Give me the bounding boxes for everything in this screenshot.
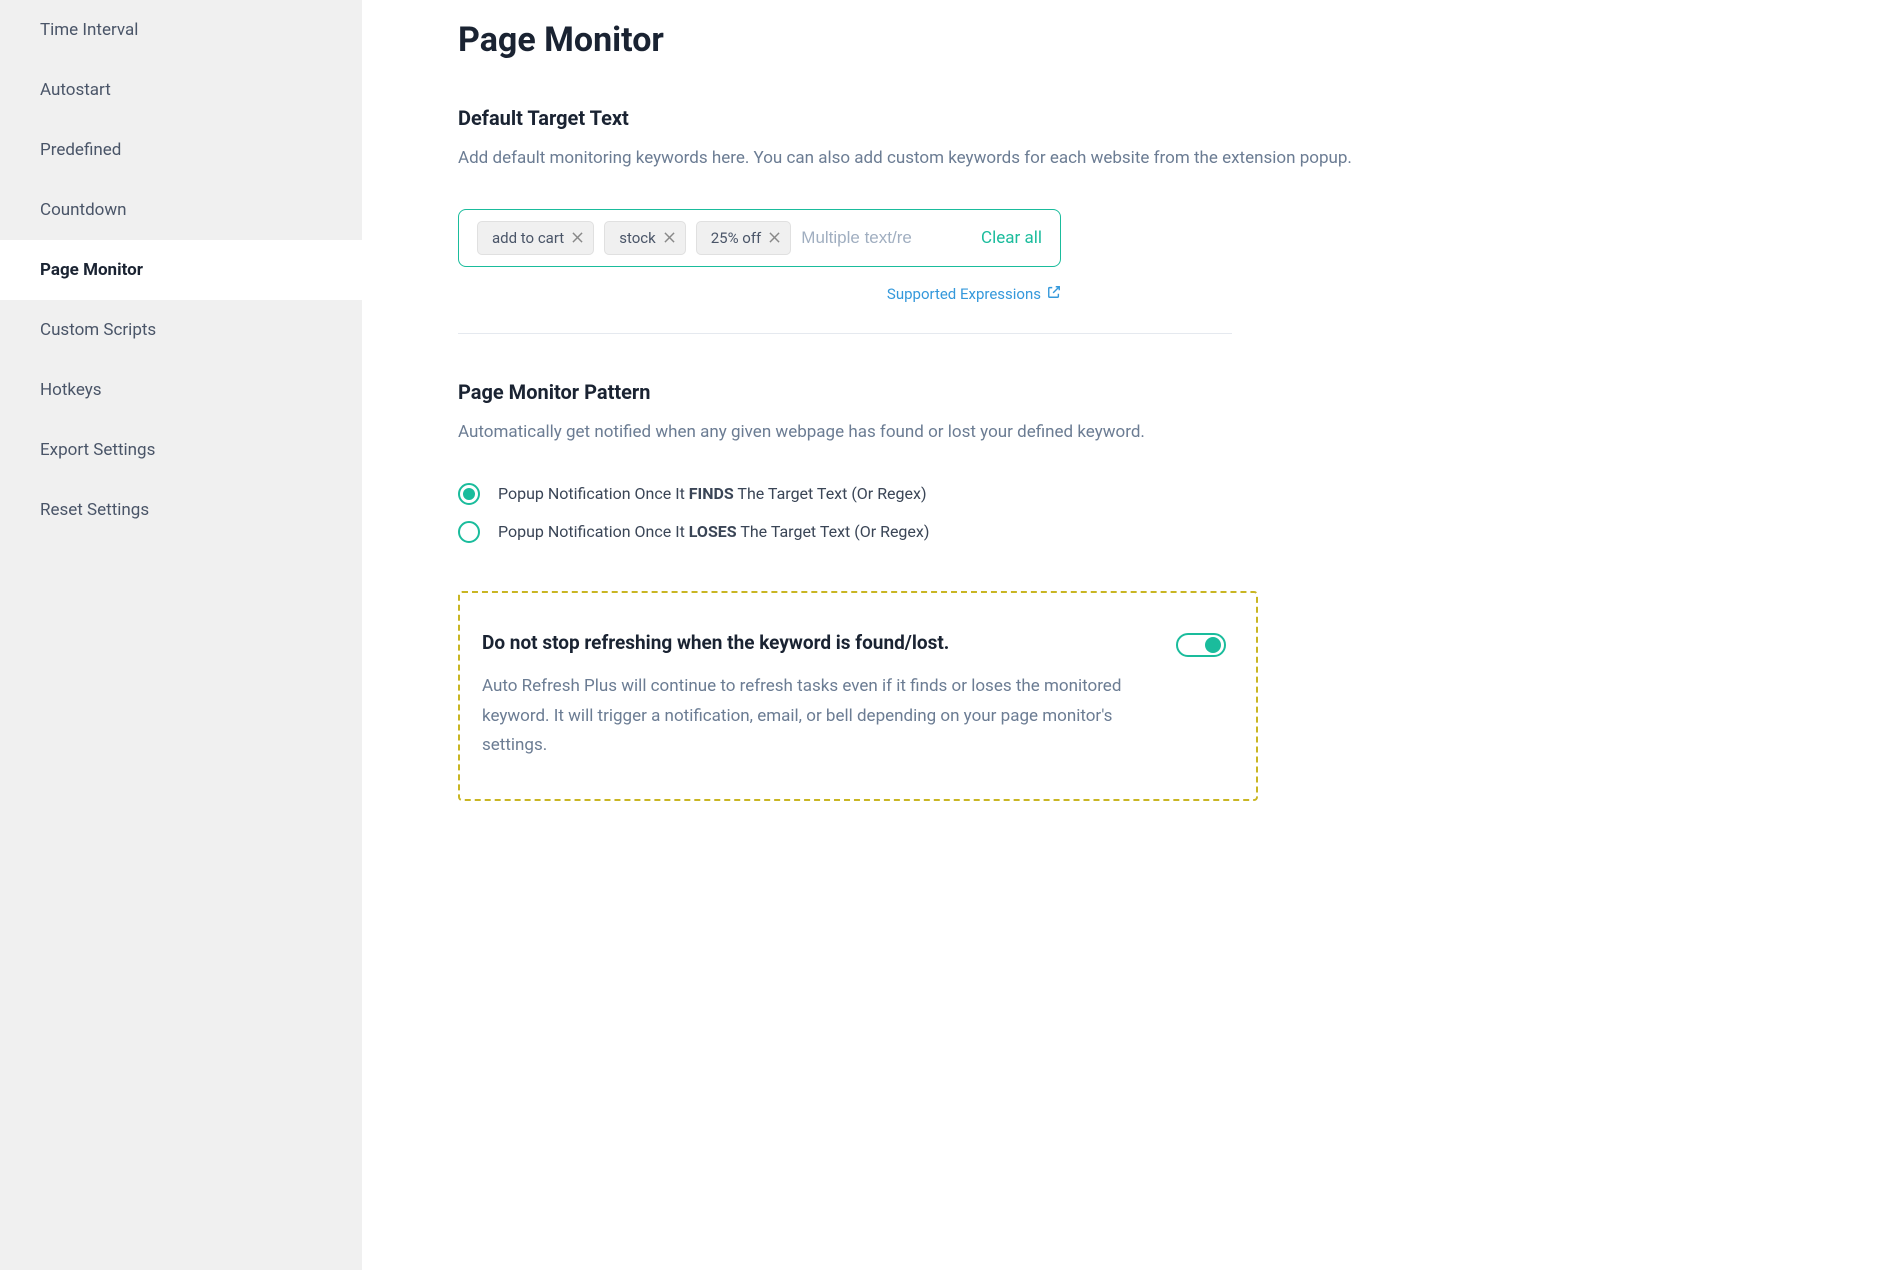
default-target-description: Add default monitoring keywords here. Yo… [458, 144, 1807, 173]
pattern-description: Automatically get notified when any give… [458, 418, 1807, 447]
callout-title: Do not stop refreshing when the keyword … [482, 631, 1146, 654]
supported-expressions-link[interactable]: Supported Expressions [887, 285, 1061, 303]
tag-label: stock [619, 229, 656, 247]
radio-icon [458, 483, 480, 505]
sidebar-item-reset-settings[interactable]: Reset Settings [0, 480, 362, 540]
sidebar-item-time-interval[interactable]: Time Interval [0, 0, 362, 60]
sidebar-item-export-settings[interactable]: Export Settings [0, 420, 362, 480]
sidebar-item-hotkeys[interactable]: Hotkeys [0, 360, 362, 420]
sidebar: Time Interval Autostart Predefined Count… [0, 0, 362, 1270]
sidebar-item-countdown[interactable]: Countdown [0, 180, 362, 240]
close-icon[interactable] [572, 232, 583, 243]
radio-option-finds[interactable]: Popup Notification Once It FINDS The Tar… [458, 483, 1807, 505]
section-divider [458, 333, 1232, 334]
tag-input-wrapper[interactable]: add to cart stock 25% off [458, 209, 1061, 267]
radio-label: Popup Notification Once It FINDS The Tar… [498, 484, 927, 503]
tag-item: 25% off [696, 221, 792, 255]
sidebar-item-autostart[interactable]: Autostart [0, 60, 362, 120]
section-default-target: Default Target Text Add default monitori… [458, 106, 1807, 334]
close-icon[interactable] [769, 232, 780, 243]
page-title: Page Monitor [458, 20, 1807, 60]
supported-expressions-label: Supported Expressions [887, 285, 1041, 303]
radio-label: Popup Notification Once It LOSES The Tar… [498, 522, 929, 541]
tag-text-input[interactable] [801, 228, 971, 248]
close-icon[interactable] [664, 232, 675, 243]
clear-all-button[interactable]: Clear all [981, 228, 1042, 248]
callout-description: Auto Refresh Plus will continue to refre… [482, 672, 1146, 761]
toggle-do-not-stop[interactable] [1176, 633, 1226, 657]
tag-label: add to cart [492, 229, 564, 247]
pattern-title: Page Monitor Pattern [458, 380, 1807, 404]
default-target-title: Default Target Text [458, 106, 1807, 130]
sidebar-item-predefined[interactable]: Predefined [0, 120, 362, 180]
section-pattern: Page Monitor Pattern Automatically get n… [458, 380, 1807, 801]
radio-icon [458, 521, 480, 543]
callout-do-not-stop: Do not stop refreshing when the keyword … [458, 591, 1258, 801]
sidebar-item-custom-scripts[interactable]: Custom Scripts [0, 300, 362, 360]
pattern-radio-group: Popup Notification Once It FINDS The Tar… [458, 483, 1807, 543]
radio-option-loses[interactable]: Popup Notification Once It LOSES The Tar… [458, 521, 1807, 543]
sidebar-item-page-monitor[interactable]: Page Monitor [0, 240, 362, 300]
tag-label: 25% off [711, 229, 762, 247]
tag-item: stock [604, 221, 686, 255]
main-content: Page Monitor Default Target Text Add def… [362, 0, 1903, 1270]
external-link-icon [1047, 285, 1061, 303]
tag-item: add to cart [477, 221, 594, 255]
